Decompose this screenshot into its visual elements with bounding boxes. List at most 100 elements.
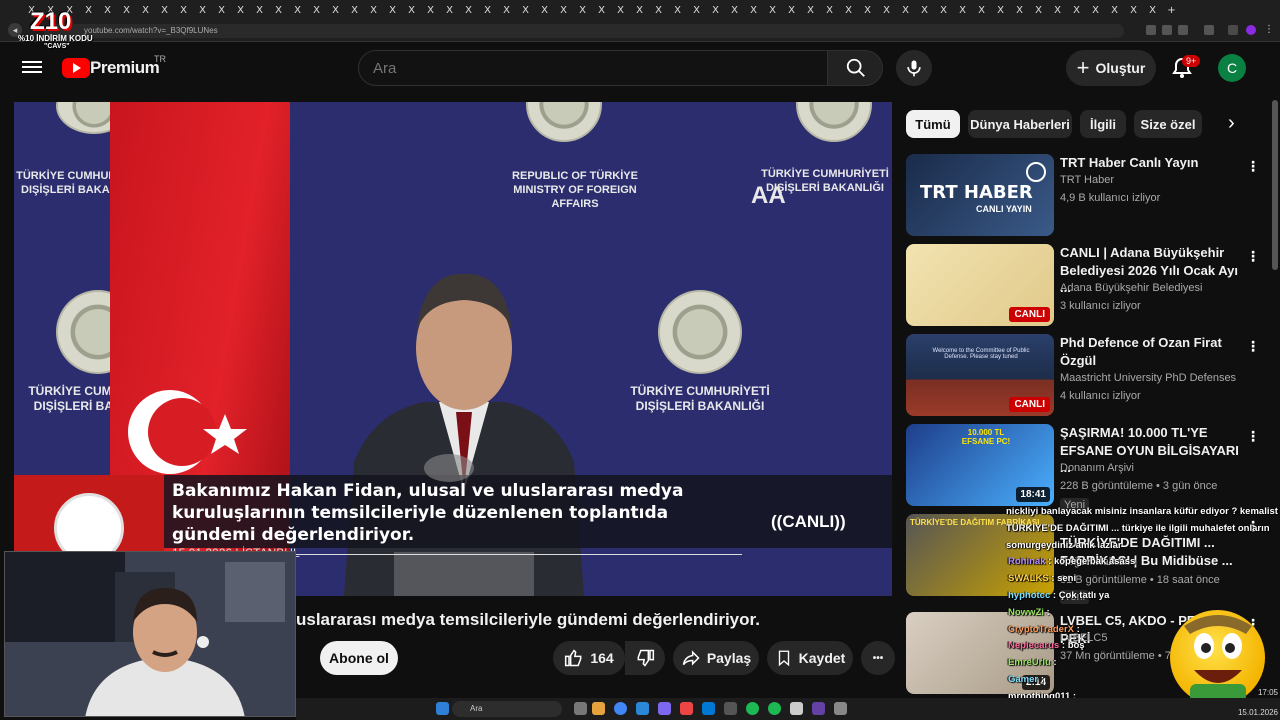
rec-title[interactable]: TRT Haber Canlı Yayın bbox=[1060, 154, 1240, 172]
app-icon[interactable] bbox=[746, 702, 759, 715]
app-icon[interactable] bbox=[724, 702, 737, 715]
browser-tab-close-icon[interactable]: X bbox=[1010, 0, 1029, 20]
browser-tab-close-icon[interactable]: X bbox=[763, 0, 782, 20]
browser-tab-close-icon[interactable]: X bbox=[573, 0, 592, 20]
browser-tab-close-icon[interactable]: X bbox=[782, 0, 801, 20]
more-vert-icon[interactable]: ⋮ bbox=[1246, 158, 1260, 174]
browser-tab-close-icon[interactable]: X bbox=[421, 0, 440, 20]
chrome-icon[interactable] bbox=[614, 702, 627, 715]
video-thumbnail[interactable]: CANLI bbox=[906, 244, 1054, 326]
browser-tab-close-icon[interactable]: X bbox=[250, 0, 269, 20]
app-icon[interactable] bbox=[702, 702, 715, 715]
browser-tab-close-icon[interactable]: X bbox=[991, 0, 1010, 20]
app-icon[interactable] bbox=[834, 702, 847, 715]
clock-icon[interactable] bbox=[1026, 162, 1046, 182]
like-button[interactable]: 164 bbox=[553, 641, 625, 675]
browser-tab-close-icon[interactable]: X bbox=[345, 0, 364, 20]
extension-icon[interactable] bbox=[1178, 25, 1188, 35]
save-button[interactable]: Kaydet bbox=[767, 641, 853, 675]
chip-related[interactable]: İlgili bbox=[1080, 110, 1126, 138]
browser-tab-close-icon[interactable]: X bbox=[307, 0, 326, 20]
browser-tab-close-icon[interactable]: X bbox=[516, 0, 535, 20]
browser-tab-close-icon[interactable]: X bbox=[953, 0, 972, 20]
browser-tab-close-icon[interactable]: X bbox=[383, 0, 402, 20]
browser-tab-close-icon[interactable]: X bbox=[459, 0, 478, 20]
browser-tab-close-icon[interactable]: X bbox=[212, 0, 231, 20]
browser-tab-close-icon[interactable]: X bbox=[1029, 0, 1048, 20]
app-icon[interactable] bbox=[790, 702, 803, 715]
browser-tab-close-icon[interactable]: X bbox=[174, 0, 193, 20]
edge-icon[interactable] bbox=[636, 702, 649, 715]
browser-tab-close-icon[interactable]: X bbox=[269, 0, 288, 20]
browser-tab-close-icon[interactable]: X bbox=[896, 0, 915, 20]
browser-tab-close-icon[interactable]: X bbox=[934, 0, 953, 20]
browser-tab-close-icon[interactable]: X bbox=[649, 0, 668, 20]
browser-tab-close-icon[interactable]: X bbox=[839, 0, 858, 20]
more-actions-button[interactable]: ••• bbox=[861, 641, 895, 675]
browser-tab-close-icon[interactable]: X bbox=[288, 0, 307, 20]
browser-tab-close-icon[interactable]: X bbox=[440, 0, 459, 20]
browser-tab-close-icon[interactable]: X bbox=[98, 0, 117, 20]
rec-channel[interactable]: Maastricht University PhD Defenses bbox=[1060, 372, 1236, 384]
taskbar-search[interactable]: Ara bbox=[452, 701, 562, 717]
browser-tab-close-icon[interactable]: X bbox=[364, 0, 383, 20]
rec-title[interactable]: Phd Defence of Ozan Firat Özgül bbox=[1060, 334, 1240, 369]
recommendation-item[interactable]: 10.000 TL EFSANE PC! 18:41 ŞAŞIRMA! 10.0… bbox=[906, 424, 1266, 512]
windows-start-icon[interactable] bbox=[436, 702, 449, 715]
browser-tab-close-icon[interactable]: X bbox=[497, 0, 516, 20]
rec-channel[interactable]: TRT Haber bbox=[1060, 174, 1114, 186]
browser-tab-close-icon[interactable]: X bbox=[801, 0, 820, 20]
browser-tab-close-icon[interactable]: X bbox=[668, 0, 687, 20]
video-thumbnail[interactable]: TRT HABER CANLI YAYIN bbox=[906, 154, 1054, 236]
browser-tab-close-icon[interactable]: X bbox=[1143, 0, 1162, 20]
app-icon[interactable] bbox=[812, 702, 825, 715]
browser-tab-close-icon[interactable]: X bbox=[402, 0, 421, 20]
browser-tab-close-icon[interactable]: X bbox=[478, 0, 497, 20]
browser-tab-close-icon[interactable]: X bbox=[687, 0, 706, 20]
browser-tab-close-icon[interactable]: X bbox=[1124, 0, 1143, 20]
browser-tab-close-icon[interactable]: X bbox=[725, 0, 744, 20]
new-tab-button[interactable]: + bbox=[1162, 0, 1181, 20]
task-view-icon[interactable] bbox=[574, 702, 587, 715]
chip-for-you[interactable]: Size özel bbox=[1134, 110, 1202, 138]
browser-tab-close-icon[interactable]: X bbox=[972, 0, 991, 20]
browser-menu-icon[interactable]: ⋮ bbox=[1264, 24, 1274, 35]
extension-icon[interactable] bbox=[1162, 25, 1172, 35]
browser-tab-close-icon[interactable]: X bbox=[326, 0, 345, 20]
search-button[interactable] bbox=[827, 50, 883, 86]
spotify-icon[interactable] bbox=[768, 702, 781, 715]
chevron-right-icon[interactable]: › bbox=[1228, 112, 1235, 135]
browser-tab-close-icon[interactable]: X bbox=[744, 0, 763, 20]
browser-tab-close-icon[interactable]: X bbox=[1048, 0, 1067, 20]
recommendation-item[interactable]: TRT HABER CANLI YAYIN TRT Haber Canlı Ya… bbox=[906, 154, 1266, 240]
browser-tab-close-icon[interactable]: X bbox=[193, 0, 212, 20]
more-vert-icon[interactable]: ⋮ bbox=[1246, 248, 1260, 264]
recommendation-item[interactable]: Welcome to the Committee of Public Defen… bbox=[906, 334, 1266, 420]
file-explorer-icon[interactable] bbox=[592, 702, 605, 715]
browser-tab-close-icon[interactable]: X bbox=[1086, 0, 1105, 20]
rec-channel[interactable]: Donanım Arşivi bbox=[1060, 462, 1134, 474]
more-vert-icon[interactable]: ⋮ bbox=[1246, 338, 1260, 354]
share-button[interactable]: Paylaş bbox=[673, 641, 759, 675]
browser-tab-close-icon[interactable]: X bbox=[592, 0, 611, 20]
browser-tab-close-icon[interactable]: X bbox=[554, 0, 573, 20]
recommendation-item[interactable]: CANLI CANLI | Adana Büyükşehir Belediyes… bbox=[906, 244, 1266, 330]
avatar[interactable]: C bbox=[1218, 54, 1246, 82]
extension-icon[interactable] bbox=[1228, 25, 1238, 35]
browser-tab-close-icon[interactable]: X bbox=[117, 0, 136, 20]
more-vert-icon[interactable]: ⋮ bbox=[1246, 428, 1260, 444]
browser-tab-close-icon[interactable]: X bbox=[915, 0, 934, 20]
browser-tab-close-icon[interactable]: X bbox=[877, 0, 896, 20]
youtube-logo-icon[interactable] bbox=[62, 58, 90, 78]
page-scrollbar[interactable] bbox=[1272, 100, 1278, 270]
browser-tab-close-icon[interactable]: X bbox=[706, 0, 725, 20]
browser-tab-close-icon[interactable]: X bbox=[858, 0, 877, 20]
profile-icon[interactable] bbox=[1246, 25, 1256, 35]
browser-tab-close-icon[interactable]: X bbox=[1105, 0, 1124, 20]
browser-tab-close-icon[interactable]: X bbox=[79, 0, 98, 20]
voice-search-button[interactable] bbox=[896, 50, 932, 86]
browser-tab-close-icon[interactable]: X bbox=[611, 0, 630, 20]
brand-name[interactable]: Premium bbox=[90, 58, 160, 78]
browser-tab-close-icon[interactable]: X bbox=[820, 0, 839, 20]
chip-all[interactable]: Tümü bbox=[906, 110, 960, 138]
